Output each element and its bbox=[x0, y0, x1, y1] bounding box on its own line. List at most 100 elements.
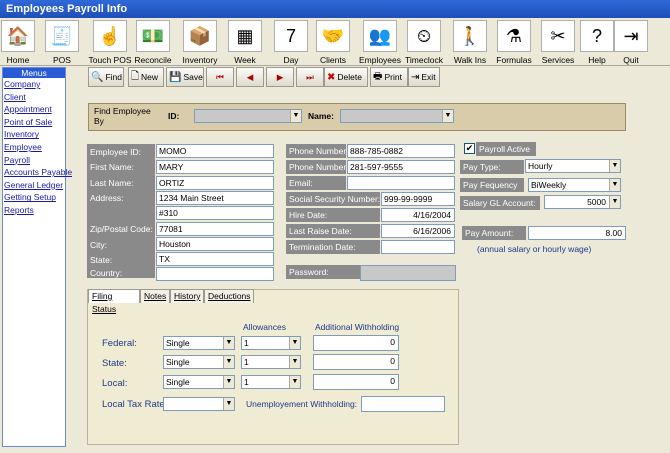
next-record-button[interactable]: ▶ bbox=[266, 67, 294, 87]
timeclock-toolbar-label: Timeclock bbox=[405, 55, 443, 65]
clients-toolbar-label: Clients bbox=[320, 55, 346, 65]
floppy-disk-icon: 💾 bbox=[169, 71, 182, 83]
inventory-toolbar-button[interactable]: 📦 Inventory bbox=[178, 20, 222, 65]
ssn-label: Social Security Number: bbox=[286, 192, 380, 206]
local-tax-label: Local: bbox=[102, 378, 128, 389]
pos-toolbar-label: POS bbox=[53, 55, 71, 65]
password-field[interactable] bbox=[360, 265, 456, 281]
federal-additional-field[interactable]: 0 bbox=[313, 335, 399, 351]
country-field[interactable] bbox=[156, 267, 274, 281]
new-button[interactable]: 🗋 New bbox=[128, 67, 164, 87]
last-name-field[interactable]: ORTIZ bbox=[156, 176, 274, 190]
state-additional-field[interactable]: 0 bbox=[313, 354, 399, 370]
menu-item-general-ledger[interactable]: General Ledger bbox=[3, 179, 65, 192]
home-toolbar-button[interactable]: 🏠 Home bbox=[0, 20, 40, 65]
first-name-label: First Name: bbox=[90, 162, 134, 172]
federal-status-dropdown[interactable]: Single ▼ bbox=[163, 336, 235, 350]
menu-item-inventory[interactable]: Inventory bbox=[3, 128, 65, 141]
zip-field[interactable]: 77081 bbox=[156, 222, 274, 236]
local-tax-rate-dropdown[interactable]: ▼ bbox=[163, 397, 235, 411]
address-line1-field[interactable]: 1234 Main Street bbox=[156, 191, 274, 205]
menu-item-appointment[interactable]: Appointment bbox=[3, 103, 65, 116]
pos-toolbar-button[interactable]: 🧾 POS bbox=[40, 20, 84, 65]
menu-item-payroll[interactable]: Payroll bbox=[3, 154, 65, 167]
address-line2-field[interactable]: #310 bbox=[156, 206, 274, 220]
last-record-button[interactable]: ⏭ bbox=[296, 67, 324, 87]
find-id-dropdown[interactable]: ▼ bbox=[194, 109, 302, 123]
reconcile-toolbar-button[interactable]: 💵 Reconcile bbox=[131, 20, 175, 65]
quit-toolbar-button[interactable]: ⇥ Quit bbox=[609, 20, 653, 65]
unemployment-withholding-field[interactable] bbox=[361, 396, 445, 412]
menu-item-client[interactable]: Client bbox=[3, 91, 65, 104]
local-allowances-dropdown[interactable]: 1 ▼ bbox=[241, 375, 301, 389]
employees-toolbar-button[interactable]: 👥 Employees bbox=[358, 20, 402, 65]
day-toolbar-button[interactable]: 7 Day bbox=[269, 20, 313, 65]
last-raise-date-label: Last Raise Date: bbox=[286, 224, 380, 238]
tab-filing-status[interactable]: Filing Status bbox=[88, 289, 140, 314]
clients-toolbar-button[interactable]: 🤝 Clients bbox=[311, 20, 355, 65]
find-button[interactable]: 🔍 Find bbox=[88, 67, 124, 87]
previous-record-button[interactable]: ◀ bbox=[236, 67, 264, 87]
email-label: Email: bbox=[286, 176, 346, 190]
week-toolbar-label: Week bbox=[234, 55, 256, 65]
phone2-field[interactable]: 281-597-9555 bbox=[347, 160, 455, 174]
chevron-down-icon: ▼ bbox=[289, 337, 300, 349]
local-additional-field[interactable]: 0 bbox=[313, 374, 399, 390]
services-toolbar-button[interactable]: ✂ Services bbox=[536, 20, 580, 65]
menu-item-employee[interactable]: Employee bbox=[3, 141, 65, 154]
flask-icon: ⚗ bbox=[497, 20, 531, 52]
phone1-label: Phone Number: bbox=[286, 144, 349, 158]
local-tax-rate-label: Local Tax Rate: bbox=[102, 399, 168, 410]
hire-date-field[interactable]: 4/16/2004 bbox=[381, 208, 455, 222]
main-icon-toolbar: 🏠 Home 🧾 POS ☝ Touch POS 💵 Reconcile 📦 Inventory ▦… bbox=[0, 18, 670, 66]
menu-item-accounts-payable[interactable]: Accounts Payable bbox=[3, 166, 72, 179]
email-field[interactable] bbox=[347, 176, 455, 190]
state-field[interactable]: TX bbox=[156, 252, 274, 266]
last-raise-date-field[interactable]: 6/16/2006 bbox=[381, 224, 455, 238]
delete-button[interactable]: ✖ Delete bbox=[324, 67, 368, 87]
tab-history[interactable]: History bbox=[170, 289, 204, 303]
payroll-active-checkbox[interactable]: ✔ bbox=[464, 143, 475, 154]
previous-record-icon: ◀ bbox=[246, 71, 254, 82]
tab-deductions[interactable]: Deductions bbox=[204, 289, 254, 303]
menu-item-company[interactable]: Company bbox=[3, 78, 65, 91]
pointing-hand-icon: ☝ bbox=[93, 20, 127, 52]
local-status-dropdown[interactable]: Single ▼ bbox=[163, 375, 235, 389]
save-button[interactable]: 💾 Save bbox=[166, 67, 204, 87]
city-field[interactable]: Houston bbox=[156, 237, 274, 251]
menu-item-getting-setup[interactable]: Getting Setup bbox=[3, 191, 65, 204]
state-allowances-dropdown[interactable]: 1 ▼ bbox=[241, 355, 301, 369]
ssn-field[interactable]: 999-99-9999 bbox=[381, 192, 455, 206]
print-button[interactable]: 🖶 Print bbox=[370, 67, 408, 87]
house-icon: 🏠 bbox=[1, 20, 35, 52]
federal-allowances-dropdown[interactable]: 1 ▼ bbox=[241, 336, 301, 350]
pay-type-dropdown[interactable]: Hourly ▼ bbox=[525, 159, 621, 173]
inventory-toolbar-label: Inventory bbox=[182, 55, 218, 65]
chevron-down-icon: ▼ bbox=[223, 337, 234, 349]
first-name-field[interactable]: MARY bbox=[156, 160, 274, 174]
employees-toolbar-label: Employees bbox=[358, 55, 402, 65]
exit-button[interactable]: ⇥ Exit bbox=[408, 67, 440, 87]
pay-frequency-dropdown[interactable]: BiWeekly ▼ bbox=[528, 178, 621, 192]
termination-date-field[interactable] bbox=[381, 240, 455, 254]
first-record-button[interactable]: ⏮ bbox=[206, 67, 234, 87]
people-icon: 👥 bbox=[363, 20, 397, 52]
touch-pos-toolbar-button[interactable]: ☝ Touch POS bbox=[88, 20, 132, 65]
employee-id-field[interactable]: MOMO bbox=[156, 144, 274, 158]
timeclock-toolbar-button[interactable]: ⏲ Timeclock bbox=[402, 20, 446, 65]
tab-notes[interactable]: Notes bbox=[140, 289, 170, 303]
pay-amount-field[interactable]: 8.00 bbox=[528, 226, 626, 240]
phone1-field[interactable]: 888-785-0882 bbox=[347, 144, 455, 158]
state-status-dropdown[interactable]: Single ▼ bbox=[163, 355, 235, 369]
salary-gl-account-dropdown[interactable]: 5000 ▼ bbox=[544, 195, 621, 209]
federal-label: Federal: bbox=[102, 338, 137, 349]
allowances-header: Allowances bbox=[243, 322, 286, 332]
menu-item-reports[interactable]: Reports bbox=[3, 204, 65, 217]
last-name-label: Last Name: bbox=[90, 178, 134, 188]
walk-ins-toolbar-button[interactable]: 🚶 Walk Ins bbox=[448, 20, 492, 65]
menu-item-point-of-sale[interactable]: Point of Sale bbox=[3, 116, 65, 129]
formulas-toolbar-button[interactable]: ⚗ Formulas bbox=[492, 20, 536, 65]
record-toolbar: 🔍 Find 🗋 New 💾 Save ⏮ ◀ ▶ ⏭ ✖ Delete 🖶 Print … bbox=[88, 67, 448, 87]
find-name-dropdown[interactable]: ▼ bbox=[340, 109, 454, 123]
week-toolbar-button[interactable]: ▦ Week bbox=[223, 20, 267, 65]
